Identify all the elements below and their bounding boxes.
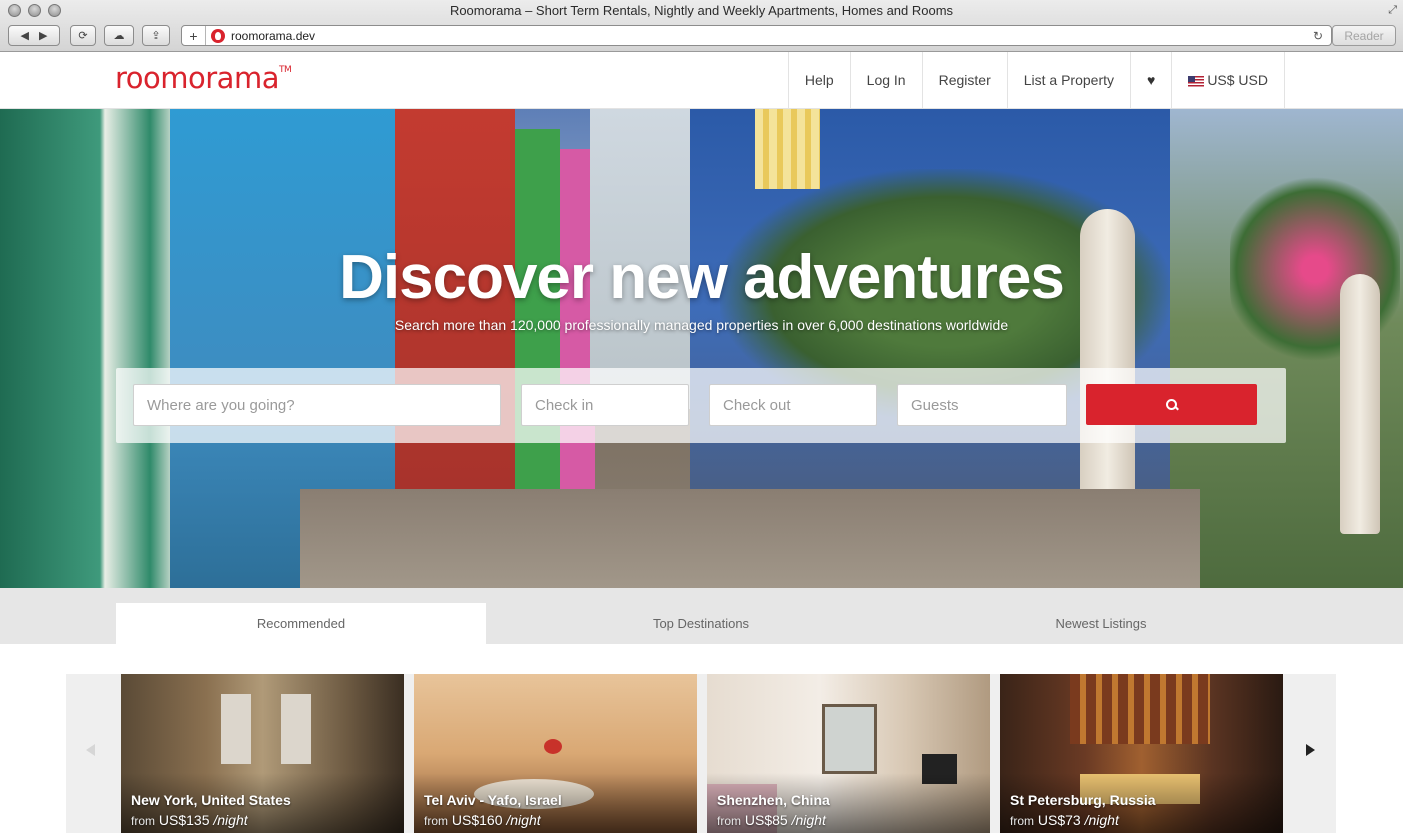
listing-price-line: from US$85 /night: [717, 812, 826, 828]
listing-city: Tel Aviv - Yafo, Israel: [424, 792, 562, 808]
site-header: roomoramaTM Help Log In Register List a …: [0, 52, 1403, 109]
roomorama-logo[interactable]: roomoramaTM: [115, 61, 292, 95]
minimize-window-icon[interactable]: [28, 4, 41, 17]
listing-city: New York, United States: [131, 792, 291, 808]
url-text[interactable]: roomorama.dev: [231, 29, 1313, 43]
price-unit: /night: [506, 812, 541, 828]
listing-card[interactable]: Shenzhen, China from US$85 /night: [707, 674, 990, 833]
logo-trademark: TM: [278, 65, 292, 75]
search-panel: Where are you going? Check in Check out …: [116, 368, 1286, 443]
guests-input[interactable]: Guests: [897, 384, 1067, 426]
history-icon[interactable]: ⟳: [70, 25, 96, 46]
address-bar[interactable]: + roomorama.dev ↻: [181, 25, 1332, 46]
nav-register[interactable]: Register: [921, 52, 1007, 108]
listings-carousel: New York, United States from US$135 /nig…: [66, 674, 1336, 833]
tab-recommended[interactable]: Recommended: [116, 603, 486, 644]
hanging-towel: [755, 109, 820, 189]
checkin-input[interactable]: Check in: [521, 384, 689, 426]
nav-currency[interactable]: US$ USD: [1171, 52, 1285, 108]
listing-price: US$135: [158, 812, 210, 828]
listing-price-line: from US$160 /night: [424, 812, 541, 828]
price-unit: /night: [791, 812, 826, 828]
listing-card[interactable]: St Petersburg, Russia from US$73 /night: [1000, 674, 1283, 833]
forward-arrow-icon[interactable]: ▶: [39, 29, 47, 42]
main-nav: Help Log In Register List a Property ♥ U…: [787, 52, 1285, 108]
share-icon[interactable]: ⇪: [142, 25, 170, 46]
search-button[interactable]: [1086, 384, 1257, 425]
price-unit: /night: [213, 812, 248, 828]
price-unit: /night: [1084, 812, 1119, 828]
listing-card[interactable]: Tel Aviv - Yafo, Israel from US$160 /nig…: [414, 674, 697, 833]
carousel-prev-icon[interactable]: [86, 744, 95, 756]
listing-price: US$160: [451, 812, 503, 828]
tab-newest-listings[interactable]: Newest Listings: [916, 603, 1286, 644]
nav-login[interactable]: Log In: [849, 52, 922, 108]
add-bookmark-icon[interactable]: +: [182, 26, 206, 45]
tab-top-destinations[interactable]: Top Destinations: [516, 603, 886, 644]
listing-price: US$85: [744, 812, 788, 828]
search-icon: [1165, 398, 1178, 411]
fullscreen-icon[interactable]: ⤢: [1388, 4, 1397, 17]
hero-title: Discover new adventures: [339, 243, 1065, 312]
cobblestone-street: [300, 489, 1200, 588]
back-forward-buttons[interactable]: ◀ ▶: [8, 25, 60, 46]
price-from: from: [424, 814, 448, 828]
nav-list-property[interactable]: List a Property: [1006, 52, 1130, 108]
listing-photo-flowers: [544, 739, 562, 754]
reader-button[interactable]: Reader: [1332, 25, 1396, 46]
listing-price-line: from US$73 /night: [1010, 812, 1119, 828]
zoom-window-icon[interactable]: [48, 4, 61, 17]
currency-label: US$ USD: [1207, 72, 1268, 88]
site-favicon-icon: [211, 28, 225, 43]
carousel-next-icon[interactable]: [1306, 744, 1315, 756]
listing-card[interactable]: New York, United States from US$135 /nig…: [121, 674, 404, 833]
listing-city: Shenzhen, China: [717, 792, 830, 808]
hero-subtitle: Search more than 120,000 professionally …: [394, 317, 1009, 333]
listing-photo-window: [822, 704, 877, 774]
listing-tabs: Recommended Top Destinations Newest List…: [0, 588, 1403, 644]
reload-icon[interactable]: ↻: [1313, 29, 1331, 43]
checkout-input[interactable]: Check out: [709, 384, 877, 426]
price-from: from: [131, 814, 155, 828]
listing-photo-curtains: [1070, 674, 1210, 744]
destination-input[interactable]: Where are you going?: [133, 384, 501, 426]
back-arrow-icon[interactable]: ◀: [21, 29, 29, 42]
browser-chrome: Roomorama – Short Term Rentals, Nightly …: [0, 0, 1403, 52]
nav-favorites[interactable]: ♥: [1130, 52, 1171, 108]
listing-city: St Petersburg, Russia: [1010, 792, 1156, 808]
listing-price: US$73: [1037, 812, 1081, 828]
flag-icon: [1188, 75, 1205, 87]
logo-text: roomorama: [115, 61, 279, 95]
price-from: from: [717, 814, 741, 828]
hero-banner: Discover new adventures Search more than…: [0, 109, 1403, 588]
close-window-icon[interactable]: [8, 4, 21, 17]
cloud-icon[interactable]: ☁: [104, 25, 134, 46]
browser-toolbar: ◀ ▶ ⟳ ☁ ⇪ + roomorama.dev ↻ Reader: [0, 24, 1403, 50]
heart-icon: ♥: [1147, 72, 1156, 88]
window-title: Roomorama – Short Term Rentals, Nightly …: [449, 3, 954, 18]
listing-photo-window: [281, 694, 311, 764]
nav-help[interactable]: Help: [787, 52, 850, 108]
parasol-right: [1340, 274, 1380, 534]
price-from: from: [1010, 814, 1034, 828]
listing-price-line: from US$135 /night: [131, 812, 248, 828]
listing-photo-window: [221, 694, 251, 764]
